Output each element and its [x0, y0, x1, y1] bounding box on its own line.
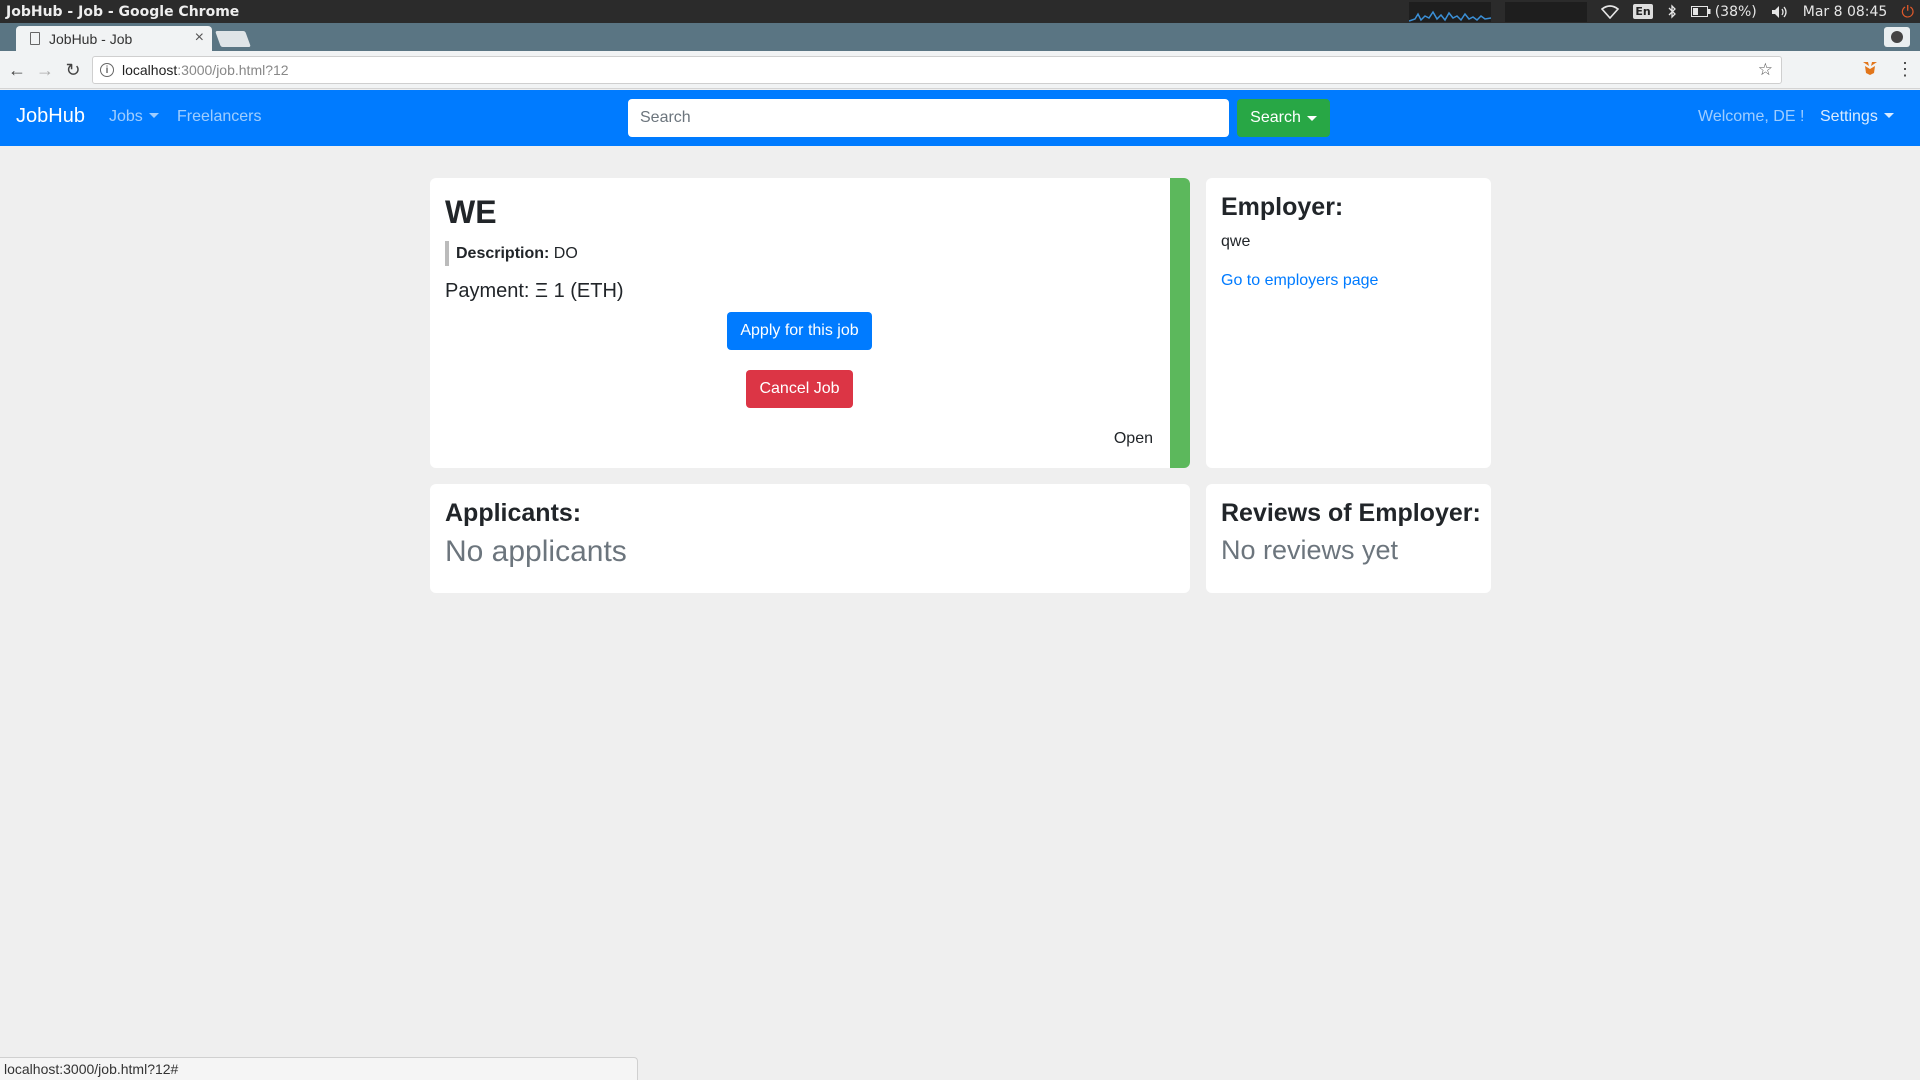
metamask-extension-icon[interactable]: [1862, 60, 1878, 76]
close-tab-icon[interactable]: ×: [195, 29, 204, 47]
system-monitor-graph-secondary: [1505, 1, 1588, 22]
chrome-menu-icon[interactable]: ⋮: [1896, 60, 1914, 78]
employer-page-link[interactable]: Go to employers page: [1221, 272, 1378, 290]
address-bar[interactable]: i localhost:3000/job.html?12 ☆: [92, 56, 1782, 84]
battery-icon: [1690, 6, 1711, 17]
bookmark-star-icon[interactable]: ☆: [1758, 60, 1773, 80]
reviews-heading: Reviews of Employer:: [1221, 499, 1481, 527]
page-icon: [30, 32, 40, 45]
job-payment: Payment: Ξ 1 (ETH): [445, 280, 624, 302]
employer-name: qwe: [1221, 233, 1251, 250]
wifi-icon[interactable]: [1601, 4, 1620, 19]
new-tab-button[interactable]: [215, 31, 251, 47]
search-input[interactable]: [628, 99, 1229, 137]
nav-jobs-dropdown[interactable]: Jobs: [109, 108, 159, 126]
info-icon[interactable]: i: [100, 63, 114, 77]
job-status: Open: [1113, 430, 1153, 447]
applicants-empty-message: No applicants: [445, 535, 627, 568]
job-description: Description: DO: [445, 241, 578, 266]
brand-logo[interactable]: JobHub: [16, 105, 85, 128]
search-button-label: Search: [1250, 109, 1301, 126]
link-status-bubble: localhost:3000/job.html?12#: [0, 1057, 638, 1080]
url-path: :3000/job.html?12: [177, 62, 289, 78]
battery-indicator[interactable]: (38%): [1690, 3, 1757, 20]
applicants-heading: Applicants:: [445, 499, 582, 527]
browser-tab-strip: JobHub - Job ×: [0, 23, 1920, 51]
clock[interactable]: Mar 8 08:45: [1803, 4, 1888, 20]
reviews-empty-message: No reviews yet: [1221, 535, 1399, 565]
os-top-bar: JobHub - Job - Google Chrome En (38%) Ma…: [0, 0, 1920, 23]
battery-percent: (38%): [1714, 3, 1757, 20]
system-monitor-chart: [1409, 10, 1492, 22]
reload-icon[interactable]: ↻: [63, 59, 83, 81]
apply-button[interactable]: Apply for this job: [727, 312, 872, 350]
keyboard-layout-icon[interactable]: En: [1633, 4, 1653, 19]
bluetooth-icon[interactable]: [1667, 4, 1677, 19]
window-title: JobHub - Job - Google Chrome: [6, 3, 240, 20]
job-title: WE: [445, 194, 497, 230]
volume-icon[interactable]: [1771, 5, 1789, 19]
description-label: Description:: [456, 245, 550, 262]
back-icon[interactable]: ←: [7, 59, 27, 81]
app-navbar: JobHub Jobs Freelancers Search Welcome, …: [0, 90, 1920, 146]
cancel-job-button[interactable]: Cancel Job: [746, 370, 853, 408]
description-value: DO: [553, 245, 578, 262]
nav-jobs-label: Jobs: [109, 108, 143, 125]
job-card: WE Description: DO Payment: Ξ 1 (ETH) Ap…: [430, 178, 1190, 468]
reviews-card: Reviews of Employer: No reviews yet: [1206, 484, 1491, 593]
caret-down-icon: [148, 113, 159, 118]
profile-icon[interactable]: [1884, 27, 1910, 47]
settings-dropdown[interactable]: Settings: [1820, 108, 1894, 126]
os-indicators: En (38%) Mar 8 08:45 ⏻: [1409, 0, 1914, 23]
caret-down-icon: [1883, 113, 1894, 118]
nav-freelancers[interactable]: Freelancers: [177, 108, 261, 126]
forward-icon[interactable]: →: [35, 59, 55, 81]
applicants-card: Applicants: No applicants: [430, 484, 1190, 593]
settings-label: Settings: [1820, 108, 1878, 125]
browser-toolbar: ← → ↻ i localhost:3000/job.html?12 ☆: [0, 51, 1920, 89]
power-icon[interactable]: ⏻: [1901, 2, 1914, 22]
employer-heading: Employer:: [1221, 193, 1344, 221]
url-host: localhost: [122, 62, 178, 78]
employer-card: Employer: qwe Go to employers page: [1206, 178, 1491, 468]
job-status-stripe: [1170, 178, 1190, 468]
system-monitor-graph: [1409, 1, 1492, 22]
tab-title: JobHub - Job: [49, 30, 133, 47]
search-button[interactable]: Search: [1237, 99, 1330, 137]
browser-tab[interactable]: JobHub - Job ×: [16, 26, 212, 51]
welcome-text: Welcome, DE !: [1698, 108, 1805, 125]
caret-down-icon: [1306, 115, 1317, 121]
